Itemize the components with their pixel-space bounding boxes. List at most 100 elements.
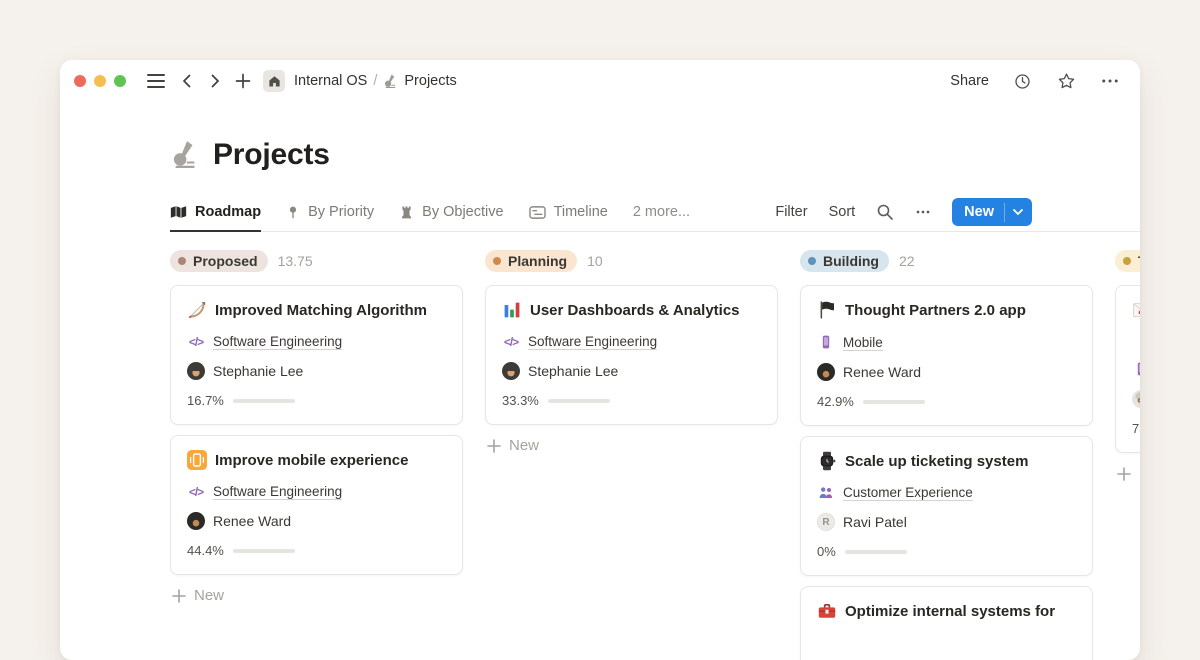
project-card[interactable]: Optimize internal systems for: [800, 586, 1093, 660]
team-tag[interactable]: Software Engineering: [213, 334, 342, 349]
project-card[interactable]: Scale up ticketing system Customer Exper…: [800, 436, 1093, 576]
project-card[interactable]: Improve mobile experience </> Software E…: [170, 435, 463, 575]
breadcrumb-workspace[interactable]: Internal OS: [294, 73, 367, 89]
column-proposed: Proposed 13.75 Improved Matching Algorit…: [170, 248, 463, 660]
bow-and-arrow-icon: [187, 300, 207, 320]
column-count: 13.75: [278, 253, 313, 269]
status-badge[interactable]: Proposed: [170, 250, 268, 272]
more-options-icon[interactable]: [1100, 71, 1120, 91]
microscope-icon[interactable]: [170, 140, 200, 170]
status-label: Planning: [508, 253, 567, 269]
nav-forward-icon[interactable]: [207, 73, 223, 89]
owner-name[interactable]: Ravi Patel: [843, 514, 907, 530]
new-dropdown-button[interactable]: [1004, 203, 1032, 222]
owner-name[interactable]: Renee Ward: [843, 364, 921, 380]
view-controls: Filter Sort New: [775, 198, 1032, 226]
progress-label: 75%: [1132, 421, 1140, 436]
zoom-window-button[interactable]: [114, 75, 126, 87]
home-icon[interactable]: [263, 70, 285, 92]
new-page-icon[interactable]: [235, 73, 251, 89]
filter-button[interactable]: Filter: [775, 204, 807, 220]
card-title: Improve mobile experience: [215, 452, 408, 469]
status-badge[interactable]: Planning: [485, 250, 577, 272]
status-label: Proposed: [193, 253, 258, 269]
search-icon[interactable]: [876, 203, 894, 221]
status-label: Testing: [1138, 253, 1140, 269]
tab-by-priority[interactable]: By Priority: [286, 192, 374, 232]
status-dot: [1123, 257, 1131, 265]
page-title: Projects: [213, 138, 330, 172]
status-badge[interactable]: Building: [800, 250, 889, 272]
add-card-button[interactable]: New: [487, 437, 778, 454]
tab-roadmap[interactable]: Roadmap: [170, 192, 261, 232]
progress-row: 33.3%: [502, 393, 761, 408]
column-header: Planning 10: [485, 248, 778, 273]
close-window-button[interactable]: [74, 75, 86, 87]
project-card[interactable]: Improved Matching Algorithm </> Software…: [170, 285, 463, 425]
breadcrumb-page[interactable]: Projects: [404, 73, 456, 89]
status-badge[interactable]: Testing: [1115, 250, 1140, 272]
add-card-label: New: [509, 437, 539, 454]
view-more-icon[interactable]: [915, 204, 931, 220]
progress-row: 0%: [817, 544, 1076, 559]
progress-bar: [233, 399, 295, 403]
progress-row: 42.9%: [817, 394, 1076, 409]
owner-name[interactable]: Stephanie Lee: [528, 363, 618, 379]
toolbox-icon: [817, 601, 837, 621]
progress-label: 16.7%: [187, 393, 224, 408]
renee-ward-avatar: [817, 363, 835, 381]
add-card-button[interactable]: New: [172, 587, 463, 604]
progress-label: 0%: [817, 544, 836, 559]
people-icon: [817, 486, 835, 500]
new-button-label[interactable]: New: [952, 198, 1004, 226]
love-letter-icon: [1132, 300, 1140, 320]
owner-name[interactable]: Renee Ward: [213, 513, 291, 529]
progress-label: 33.3%: [502, 393, 539, 408]
column-building: Building 22 Thought Partners 2.0 app Mob…: [800, 248, 1093, 660]
card-title: Improved Matching Algorithm: [215, 302, 427, 319]
sort-button[interactable]: Sort: [829, 204, 856, 220]
column-header: Building 22: [800, 248, 1093, 273]
status-dot: [178, 257, 186, 265]
minimize-window-button[interactable]: [94, 75, 106, 87]
column-count: 22: [899, 253, 915, 269]
favorite-star-icon[interactable]: [1056, 71, 1077, 92]
column-header: Proposed 13.75: [170, 248, 463, 273]
card-title: Optimize internal systems for: [845, 603, 1055, 620]
mobile-icon: [817, 334, 835, 350]
progress-label: 44.4%: [187, 543, 224, 558]
tab-more-views[interactable]: 2 more...: [633, 192, 690, 232]
team-tag[interactable]: Customer Experience: [843, 485, 973, 500]
tab-timeline[interactable]: Timeline: [529, 192, 608, 232]
breadcrumb-separator: /: [373, 73, 377, 89]
elder-avatar: [1132, 390, 1140, 408]
traffic-lights: [74, 75, 126, 87]
owner-name[interactable]: Stephanie Lee: [213, 363, 303, 379]
tab-label: Roadmap: [195, 204, 261, 220]
timeline-card-icon: [529, 205, 546, 220]
project-card[interactable]: User Dashboards & Analytics </> Software…: [485, 285, 778, 425]
share-button[interactable]: Share: [950, 73, 989, 89]
map-icon: [170, 205, 187, 219]
progress-bar: [863, 400, 925, 404]
code-icon: </>: [502, 335, 520, 349]
sidebar-menu-icon[interactable]: [147, 74, 165, 88]
black-flag-icon: [817, 300, 837, 320]
project-card[interactable]: Thought Partners 2.0 app Mobile Renee Wa…: [800, 285, 1093, 426]
card-title: User Dashboards & Analytics: [530, 302, 740, 319]
tab-by-objective[interactable]: By Objective: [399, 192, 503, 232]
new-button[interactable]: New: [952, 198, 1032, 226]
history-clock-icon[interactable]: [1012, 71, 1033, 92]
project-card[interactable]: 75%: [1115, 285, 1140, 453]
add-card-button[interactable]: New: [1117, 465, 1140, 482]
team-tag[interactable]: Software Engineering: [528, 334, 657, 349]
watch-icon: [817, 451, 837, 471]
view-tabs-bar: Roadmap By Priority By Objective Timelin…: [170, 192, 1140, 232]
team-tag[interactable]: Mobile: [843, 335, 883, 350]
rook-icon: [399, 205, 414, 220]
team-tag[interactable]: Software Engineering: [213, 484, 342, 499]
nav-back-icon[interactable]: [179, 73, 195, 89]
column-planning: Planning 10 User Dashboards & Analytics …: [485, 248, 778, 660]
stephanie-lee-avatar: [187, 362, 205, 380]
status-dot: [493, 257, 501, 265]
